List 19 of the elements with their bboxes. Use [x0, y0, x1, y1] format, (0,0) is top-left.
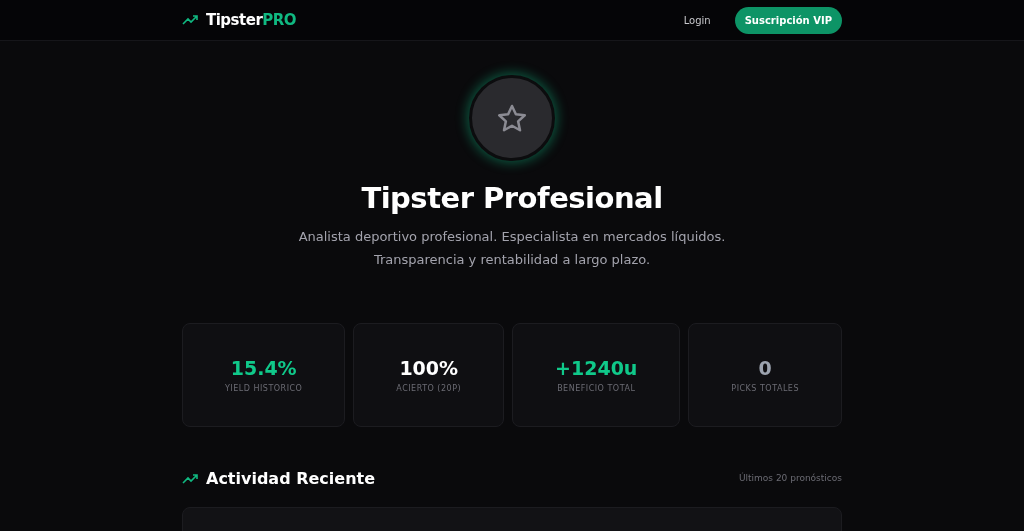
stat-label: PICKS TOTALES: [731, 382, 799, 395]
section-title: Actividad Reciente: [206, 467, 376, 490]
stat-label: YIELD HISTORICO: [224, 382, 303, 395]
trending-up-icon: [182, 473, 198, 484]
stat-value: +1240u: [555, 356, 638, 382]
star-icon: [497, 103, 527, 133]
brand-logo[interactable]: TipsterPRO: [206, 8, 297, 32]
stat-value: 100%: [399, 356, 459, 382]
section-note: Últimos 20 pronósticos: [738, 471, 842, 485]
bio-line: Analista deportivo profesional. Especialista en mercados líquidos.: [298, 227, 726, 246]
stat-value: 0: [758, 356, 772, 382]
trending-up-icon: [182, 15, 198, 25]
stat-value: 15.4%: [230, 356, 297, 382]
stat-label: ACIERTO (20P): [396, 382, 462, 395]
profile-name: Tipster Profesional: [361, 180, 663, 217]
vip-button[interactable]: Suscripción VIP: [734, 6, 842, 34]
login-link[interactable]: Login: [683, 12, 711, 28]
bio-line: Transparencia y rentabilidad a largo plazo.: [373, 250, 651, 269]
stat-label: BENEFICIO TOTAL: [557, 382, 636, 395]
